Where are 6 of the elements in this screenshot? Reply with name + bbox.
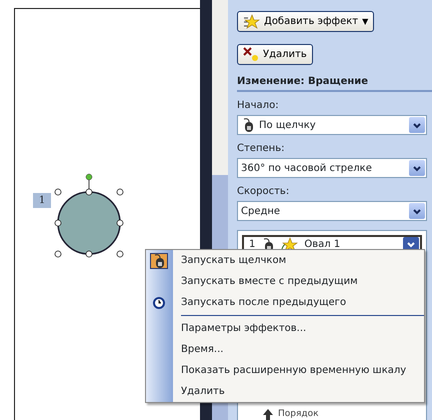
reorder-label: Порядок (278, 408, 319, 420)
field-label: Начало: (237, 99, 280, 113)
field-label: Скорость: (237, 185, 290, 199)
section-heading: Изменение: Вращение (237, 74, 432, 92)
animation-tag: 1 (33, 193, 51, 208)
field-label: Степень: (237, 142, 286, 156)
